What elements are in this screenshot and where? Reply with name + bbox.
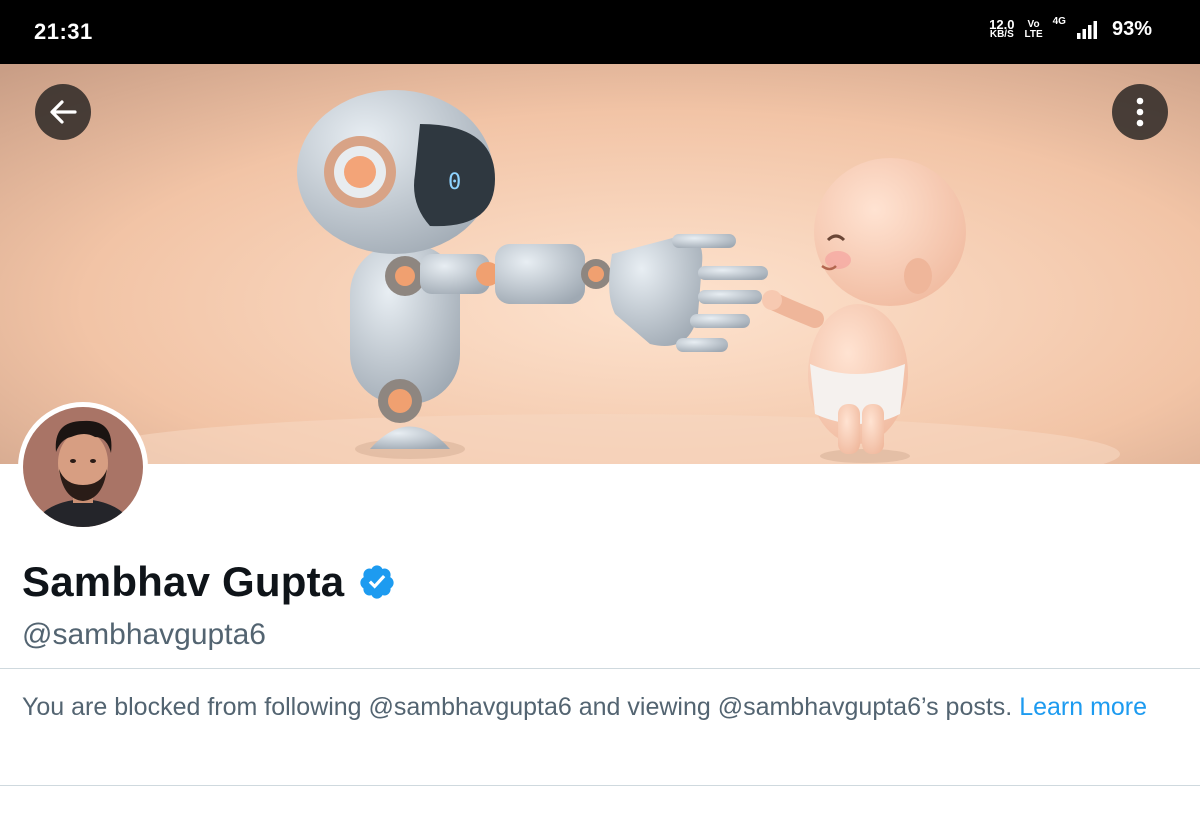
profile-handle: @sambhavgupta6 [22, 618, 266, 651]
back-button[interactable] [35, 84, 91, 140]
network-type: 4G [1052, 16, 1066, 27]
profile-banner[interactable]: 0 [0, 64, 1200, 464]
signal-icon [1076, 20, 1097, 39]
verified-badge-icon[interactable] [358, 563, 396, 601]
network-speed-unit: KB/S [989, 28, 1014, 40]
more-options-button[interactable] [1112, 84, 1168, 140]
blocked-notice-text: You are blocked from following @sambhavg… [22, 693, 1013, 721]
svg-text:0: 0 [448, 170, 461, 195]
volte-icon: Vo LTE [1024, 18, 1043, 40]
vertical-dots-icon [1136, 97, 1144, 127]
divider [0, 668, 1200, 669]
blocked-notice: You are blocked from following @sambhavg… [22, 690, 1172, 725]
status-indicators: 12.0 KB/S Vo LTE 4G 93% [989, 16, 1152, 41]
profile-name-row: Sambhav Gupta [22, 558, 396, 606]
network-speed-value: 12.0 [989, 16, 1015, 32]
status-bar: 21:31 12.0 KB/S Vo LTE 4G 93% [0, 0, 1200, 64]
arrow-left-icon [50, 100, 77, 124]
learn-more-link[interactable]: Learn more [1019, 693, 1147, 721]
avatar-image [23, 407, 143, 527]
battery-level: 93% [1111, 18, 1152, 40]
banner-image: 0 [0, 64, 1200, 464]
divider [0, 785, 1200, 786]
avatar[interactable] [18, 402, 148, 532]
display-name: Sambhav Gupta [22, 558, 345, 605]
network-speed: 12.0 KB/S [989, 16, 1015, 40]
status-time: 21:31 [34, 19, 93, 44]
